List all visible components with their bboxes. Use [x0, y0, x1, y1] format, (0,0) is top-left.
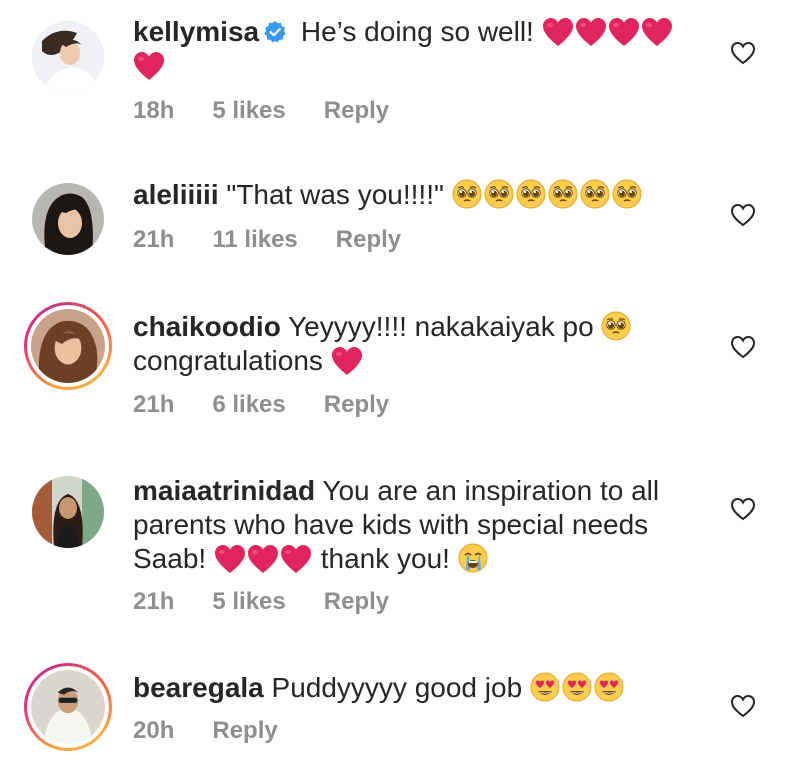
loudly-crying-face-emoji: [458, 543, 488, 573]
avatar[interactable]: [24, 663, 112, 751]
comment-body: "That was you!!!!": [226, 179, 444, 210]
comment-body-line-3b: thank you!: [320, 543, 450, 574]
red-heart-emoji: [247, 544, 279, 574]
like-heart-icon[interactable]: [730, 694, 756, 718]
comment-body-line-3a: Saab!: [133, 543, 207, 574]
comment-likes[interactable]: 5 likes: [212, 588, 285, 615]
comment-text: bearegala Puddyyyyy good job: [133, 671, 693, 705]
avatar[interactable]: [32, 21, 104, 93]
comment-time: 21h: [133, 226, 175, 253]
pleading-face-emoji: [548, 179, 578, 209]
comment-text: aleliiiii "That was you!!!!": [133, 178, 693, 212]
pleading-face-emoji: [484, 179, 514, 209]
comment-meta: 21h 5 likes Reply: [133, 588, 427, 616]
pleading-face-emoji: [516, 179, 546, 209]
comment-time: 20h: [133, 717, 175, 744]
comment-time: 18h: [133, 97, 175, 124]
comment-meta: 21h 6 likes Reply: [133, 391, 427, 419]
comment-time: 21h: [133, 588, 175, 615]
comment-text: chaikoodio Yeyyyy!!!! nakakaiyak po cong…: [133, 310, 693, 378]
like-heart-icon[interactable]: [730, 203, 756, 227]
red-heart-emoji: [280, 544, 312, 574]
like-heart-icon[interactable]: [730, 335, 756, 359]
red-heart-emoji: [133, 51, 165, 81]
red-heart-emoji: [214, 544, 246, 574]
comment-username[interactable]: chaikoodio: [133, 311, 281, 342]
comment-username[interactable]: kellymisa: [133, 16, 259, 47]
comment-time: 21h: [133, 391, 175, 418]
comment-body: Yeyyyy!!!! nakakaiyak po: [288, 311, 594, 342]
avatar[interactable]: [32, 183, 104, 255]
red-heart-emoji: [575, 17, 607, 47]
comment-username[interactable]: bearegala: [133, 672, 264, 703]
comment-username[interactable]: aleliiiii: [133, 179, 219, 210]
comment-body: He’s doing so well!: [300, 16, 534, 47]
heart-eyes-emoji: [530, 672, 560, 702]
heart-eyes-emoji: [594, 672, 624, 702]
comment-body-line-2: parents who have kids with special needs: [133, 509, 649, 540]
comment-likes[interactable]: 6 likes: [212, 391, 285, 418]
pleading-face-emoji: [452, 179, 482, 209]
avatar[interactable]: [24, 302, 112, 390]
pleading-face-emoji: [612, 179, 642, 209]
reply-button[interactable]: Reply: [324, 97, 389, 124]
like-heart-icon[interactable]: [730, 41, 756, 65]
red-heart-emoji: [608, 17, 640, 47]
reply-button[interactable]: Reply: [324, 588, 389, 615]
comment-body: You are an inspiration to all: [322, 475, 660, 506]
pleading-face-emoji: [601, 311, 631, 341]
heart-eyes-emoji: [562, 672, 592, 702]
comment-likes[interactable]: 11 likes: [212, 226, 297, 253]
red-heart-emoji: [331, 346, 363, 376]
red-heart-emoji: [542, 17, 574, 47]
comment-meta: 18h 5 likes Reply: [133, 97, 427, 125]
red-heart-emoji: [641, 17, 673, 47]
comment-body-line-2: congratulations: [133, 345, 323, 376]
reply-button[interactable]: Reply: [336, 226, 401, 253]
verified-badge-icon: [264, 21, 286, 43]
comment-body: Puddyyyyy good job: [271, 672, 523, 703]
like-heart-icon[interactable]: [730, 497, 756, 521]
comment-username[interactable]: maiaatrinidad: [133, 475, 315, 506]
pleading-face-emoji: [580, 179, 610, 209]
comment-likes[interactable]: 5 likes: [212, 97, 285, 124]
comment-meta: 20h Reply: [133, 717, 316, 745]
comment-meta: 21h 11 likes Reply: [133, 226, 439, 254]
reply-button[interactable]: Reply: [212, 717, 277, 744]
comment-text: kellymisa He’s doing so well!: [133, 15, 693, 83]
avatar[interactable]: [32, 476, 104, 548]
comment-text: maiaatrinidad You are an inspiration to …: [133, 474, 713, 576]
reply-button[interactable]: Reply: [324, 391, 389, 418]
